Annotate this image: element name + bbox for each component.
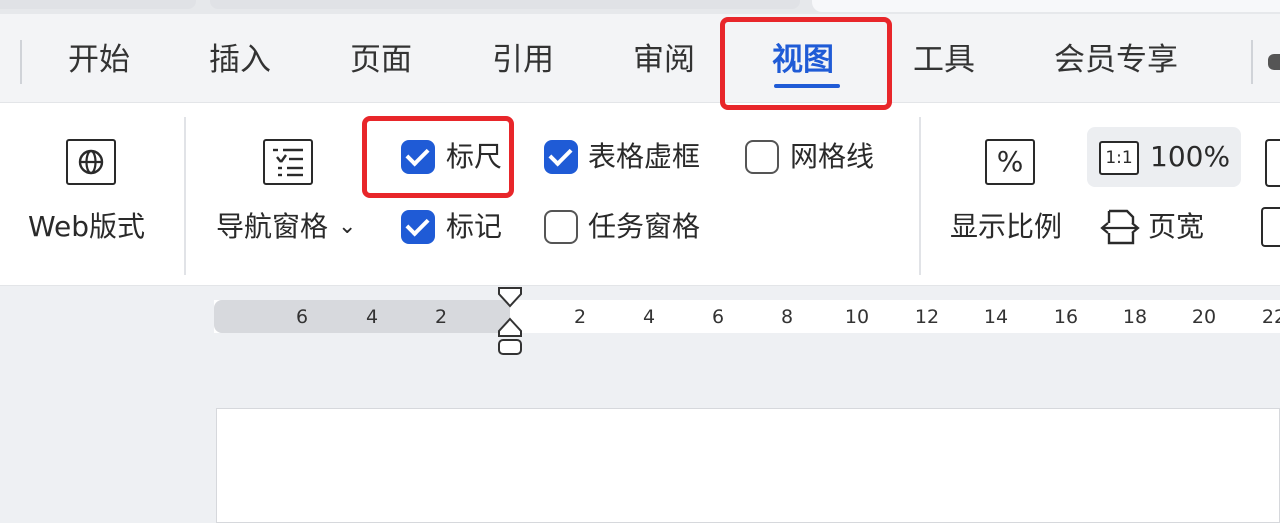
tab-review[interactable]: 审阅 (633, 38, 695, 82)
ribbon-divider (184, 117, 186, 275)
view-ribbon: Web版式 导航窗格 ⌄ 标尺 表格虚框 网格线 标记 任务窗格 % 显示比例 … (0, 102, 1280, 286)
task-pane-checkbox[interactable] (544, 210, 578, 244)
list-icon[interactable] (263, 139, 313, 185)
ruler-tick-label: 16 (1053, 306, 1079, 328)
one-to-one-icon: 1:1 (1099, 141, 1139, 175)
title-strip-segment (0, 0, 196, 9)
ruler-tick-label: 22 (1261, 306, 1280, 328)
more-tabs-icon[interactable] (1268, 54, 1280, 70)
document-tab[interactable] (812, 0, 1280, 12)
tab-insert[interactable]: 插入 (209, 38, 271, 82)
document-page[interactable] (216, 408, 1280, 523)
page-width-icon[interactable] (1099, 207, 1141, 247)
active-tab-indicator (774, 84, 840, 88)
tab-tools[interactable]: 工具 (913, 38, 975, 82)
wps-writer-window: 开始 插入 页面 引用 审阅 视图 工具 会员专享 Web版式 导航窗格 ⌄ 标… (0, 0, 1280, 523)
tab-bar-divider (1251, 40, 1253, 84)
gridlines-checkbox[interactable] (745, 140, 779, 174)
ruler-tick-label: 10 (844, 306, 870, 328)
tab-view[interactable]: 视图 (772, 38, 834, 82)
tab-bar-divider (20, 40, 22, 84)
tab-page[interactable]: 页面 (350, 38, 412, 82)
title-strip (0, 0, 1280, 14)
navigation-pane-button[interactable]: 导航窗格 (216, 207, 328, 247)
ruler-tick-label: 4 (642, 306, 656, 328)
ruler-checkbox-label[interactable]: 标尺 (446, 137, 502, 177)
marks-checkbox-label[interactable]: 标记 (446, 207, 502, 247)
globe-icon[interactable] (66, 139, 116, 185)
ruler-tick-label: 4 (365, 306, 379, 328)
zoom-button[interactable]: 显示比例 (950, 207, 1062, 247)
horizontal-ruler[interactable]: 6 4 2 2 4 6 8 10 12 14 16 18 20 22 (214, 300, 1280, 333)
table-gridlines-checkbox-label[interactable]: 表格虚框 (588, 137, 700, 177)
one-to-one-glyph: 1:1 (1105, 148, 1133, 168)
ruler-checkbox[interactable] (401, 140, 435, 174)
task-pane-checkbox-label[interactable]: 任务窗格 (588, 207, 700, 247)
ruler-tick-label: 6 (295, 306, 309, 328)
one-page-icon[interactable] (1265, 139, 1280, 187)
page-width-button[interactable]: 页宽 (1148, 207, 1204, 247)
web-layout-button[interactable]: Web版式 (28, 207, 145, 247)
multi-page-icon[interactable] (1261, 207, 1280, 247)
zoom-100-label: 100% (1150, 140, 1231, 173)
ruler-tick-label: 6 (711, 306, 725, 328)
ruler-left-margin (214, 300, 510, 333)
marks-checkbox[interactable] (401, 210, 435, 244)
chevron-down-icon[interactable]: ⌄ (338, 207, 356, 247)
tab-member[interactable]: 会员专享 (1054, 38, 1178, 82)
tab-references[interactable]: 引用 (492, 38, 554, 82)
percent-icon[interactable]: % (985, 139, 1035, 185)
ribbon-tab-bar: 开始 插入 页面 引用 审阅 视图 工具 会员专享 (0, 14, 1280, 102)
ruler-tick-label: 2 (434, 306, 448, 328)
ruler-tick-label: 8 (780, 306, 794, 328)
table-gridlines-checkbox[interactable] (544, 140, 578, 174)
percent-glyph: % (996, 145, 1024, 178)
tab-home[interactable]: 开始 (68, 38, 130, 82)
ruler-tick-label: 18 (1122, 306, 1148, 328)
ruler-tick-label: 20 (1191, 306, 1217, 328)
gridlines-checkbox-label[interactable]: 网格线 (790, 137, 874, 177)
title-strip-segment (210, 0, 800, 9)
ruler-tick-label: 14 (983, 306, 1009, 328)
ruler-tick-label: 12 (914, 306, 940, 328)
indent-markers[interactable] (496, 286, 524, 358)
ribbon-divider (919, 117, 921, 275)
ruler-tick-label: 2 (573, 306, 587, 328)
